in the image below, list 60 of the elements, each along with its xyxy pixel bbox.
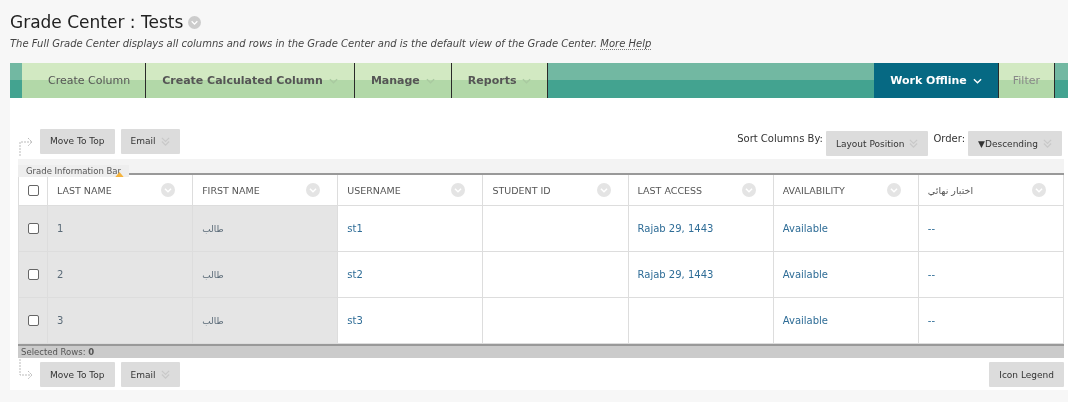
action-button[interactable]: Email (120, 362, 180, 387)
select-all-checkbox[interactable] (28, 184, 39, 196)
caret-icon (972, 77, 982, 84)
toolbar-button[interactable]: Work Offline (874, 63, 999, 98)
row-checkbox[interactable] (28, 223, 39, 235)
icon-legend-button[interactable]: Icon Legend (989, 362, 1064, 387)
table-cell-link[interactable]: Available (782, 269, 828, 280)
table-cell-link[interactable]: Rajab 29, 1443 (637, 269, 714, 280)
arrow-icon (18, 358, 34, 381)
table-cell: طالب (202, 224, 224, 234)
column-header: اختبار نهائي (927, 184, 974, 196)
table-cell-link[interactable]: -- (927, 269, 936, 280)
order-dropdown[interactable]: ▼Descending (968, 131, 1062, 156)
column-header: AVAILABILITY (782, 184, 845, 196)
page-description: The Full Grade Center displays all columns and rows in the Grade Center and is the default view of the Grade Center. (10, 38, 598, 49)
column-header: USERNAME (347, 184, 401, 196)
toolbar-button[interactable]: Reports (451, 63, 549, 98)
table-cell-link[interactable]: -- (927, 223, 936, 234)
sort-dropdown[interactable]: Layout Position (825, 131, 929, 156)
caret-icon (328, 77, 338, 84)
caret-icon (522, 77, 532, 84)
sort-label: Sort Columns By: (737, 132, 823, 144)
table-cell: طالب (202, 316, 224, 326)
chevron-circle-icon[interactable] (188, 15, 202, 29)
toolbar-button[interactable]: Create Column (22, 63, 147, 98)
toolbar-button[interactable]: Manage (354, 63, 452, 98)
table-cell-link[interactable]: st3 (347, 315, 363, 326)
action-button[interactable]: Move To Top (40, 128, 115, 154)
action-button[interactable]: Move To Top (40, 362, 115, 387)
column-header: STUDENT ID (492, 184, 551, 196)
table-cell-link[interactable]: Rajab 29, 1443 (637, 223, 714, 234)
action-button[interactable]: Email (120, 128, 180, 154)
row-checkbox[interactable] (28, 269, 39, 281)
page-title: Grade Center : Tests (10, 12, 184, 32)
table-cell: طالب (202, 270, 224, 280)
chevron-circle-icon[interactable] (451, 183, 466, 197)
order-label: Order: (933, 132, 966, 144)
chevron-circle-icon[interactable] (886, 183, 901, 197)
table-cell: 1 (57, 223, 64, 234)
column-header: LAST NAME (57, 184, 112, 196)
table-cell-link[interactable]: Available (782, 223, 828, 234)
more-help-link[interactable]: More Help (600, 38, 652, 50)
table-cell: 3 (57, 315, 64, 326)
grade-information-bar[interactable]: Grade Information Bar (18, 165, 130, 177)
table-cell-link[interactable]: Available (782, 315, 828, 326)
table-cell-link[interactable]: -- (927, 315, 936, 326)
column-header: FIRST NAME (202, 184, 260, 196)
table-cell-link[interactable]: st1 (347, 223, 363, 234)
column-header: LAST ACCESS (637, 184, 703, 196)
table-cell: 2 (57, 269, 64, 280)
row-checkbox[interactable] (28, 315, 39, 327)
selected-rows-text: Selected Rows: 0 (21, 347, 95, 357)
caret-icon (425, 77, 435, 84)
chevron-circle-icon[interactable] (161, 183, 176, 197)
chevron-circle-icon[interactable] (1032, 183, 1046, 197)
toolbar-button[interactable]: Create Calculated Column (146, 63, 355, 98)
chevron-circle-icon[interactable] (306, 183, 321, 197)
chevron-circle-icon[interactable] (596, 183, 611, 197)
chevron-circle-icon[interactable] (741, 183, 756, 197)
table-cell-link[interactable]: st2 (347, 269, 363, 280)
